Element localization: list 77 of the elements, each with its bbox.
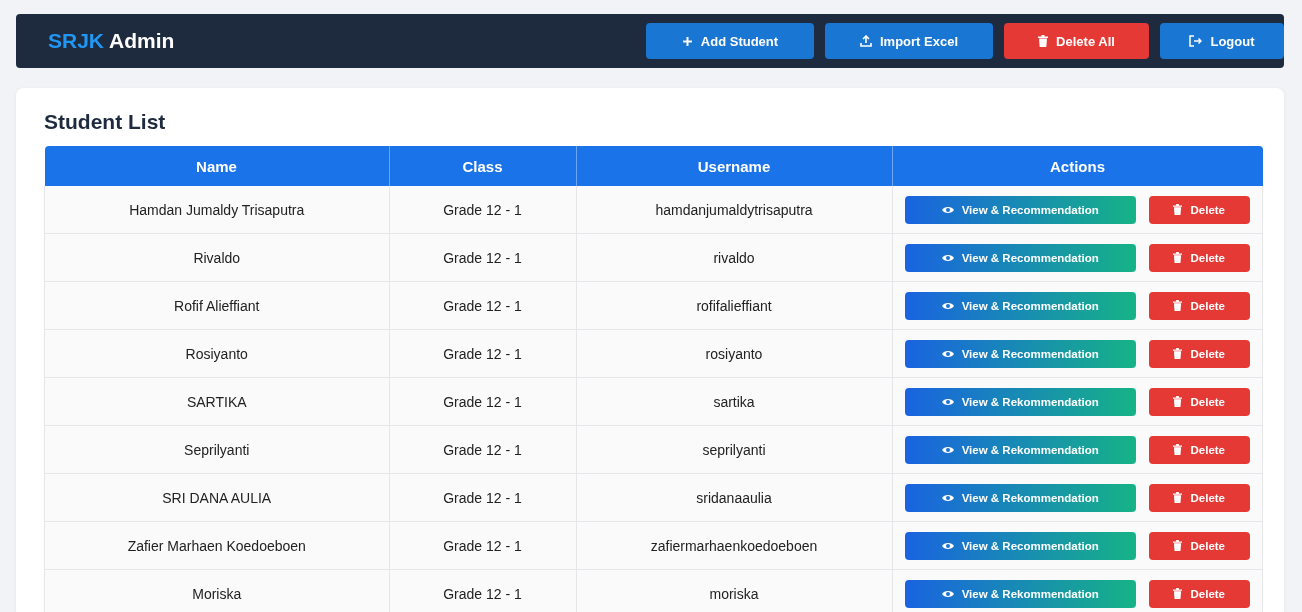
eye-icon [941,205,954,214]
table-cell: Moriska [192,585,242,602]
table-cell: Grade 12 - 1 [443,441,522,458]
table-cell: Rivaldo [193,249,241,266]
trash-icon [1173,252,1183,263]
delete-button[interactable]: Delete [1148,435,1250,464]
section-title: Student List [44,110,167,134]
table-cell: Grade 12 - 1 [443,345,522,362]
trash-icon [1173,588,1183,599]
delete-button[interactable]: Delete [1148,579,1250,608]
brand-title: SRJK Admin [48,29,175,53]
import-button[interactable]: Import Excel [825,23,993,59]
add-student-button[interactable]: Add Student [646,23,814,59]
eye-icon [941,589,954,598]
column-header: Actions [892,146,1263,186]
table-cell: Rosiyanto [185,345,248,362]
delete-button[interactable]: Delete [1148,339,1250,368]
trash-icon [1173,348,1183,359]
table-cell: Grade 12 - 1 [443,249,522,266]
delete-button[interactable]: Delete [1148,531,1250,560]
table-cell: sartika [713,393,755,410]
table-cell: rofifalieffiant [696,297,772,314]
eye-icon [941,301,954,310]
table-cell: moriska [709,585,759,602]
table-cell: Grade 12 - 1 [443,585,522,602]
column-header: Name [44,146,389,186]
eye-icon [941,397,954,406]
upload-icon [860,35,872,47]
table-cell: Grade 12 - 1 [443,537,522,554]
view-button[interactable]: View & Recommendation [904,531,1136,560]
table-cell: Hamdan Jumaldy Trisaputra [129,201,305,218]
table-cell: seprilyanti [702,441,766,458]
view-button[interactable]: View & Recommendation [904,243,1136,272]
view-button[interactable]: View & Rekommendation [904,435,1136,464]
eye-icon [941,541,954,550]
table-cell: Grade 12 - 1 [443,489,522,506]
trash-icon [1173,444,1183,455]
delete-button[interactable]: Delete [1148,291,1250,320]
trash-icon [1173,204,1183,215]
view-button[interactable]: View & Rekommendation [904,387,1136,416]
delete-button[interactable]: Delete [1148,483,1250,512]
trash-icon [1038,35,1049,47]
table-cell: SARTIKA [186,393,247,410]
table-cell: Rofif Alieffiant [174,297,260,314]
table-cell: rivaldo [713,249,755,266]
plus-icon [681,35,693,47]
view-button[interactable]: View & Recommendation [904,291,1136,320]
eye-icon [941,349,954,358]
eye-icon [941,253,954,262]
logout-button[interactable]: Logout [1160,23,1284,59]
view-button[interactable]: View & Recommendation [904,339,1136,368]
table-cell: hamdanjumaldytrisaputra [655,201,813,218]
delete-all-button[interactable]: Delete All [1004,23,1149,59]
eye-icon [941,493,954,502]
delete-button[interactable]: Delete [1148,243,1250,272]
table-cell: Grade 12 - 1 [443,393,522,410]
logout-icon [1189,35,1203,47]
table-cell: Seprilyanti [184,441,250,458]
view-button[interactable]: View & Recommendation [904,195,1136,224]
table-cell: zafiermarhaenkoedoeboen [650,537,818,554]
delete-button[interactable]: Delete [1148,195,1250,224]
view-button[interactable]: View & Rekommendation [904,579,1136,608]
eye-icon [941,445,954,454]
table-cell: rosiyanto [705,345,763,362]
column-header: Username [576,146,892,186]
trash-icon [1173,540,1183,551]
table-cell: Zafier Marhaen Koedoeboen [127,537,306,554]
table-cell: Grade 12 - 1 [443,201,522,218]
table-cell: SRI DANA AULIA [162,489,272,506]
table-cell: Grade 12 - 1 [443,297,522,314]
view-button[interactable]: View & Rekommendation [904,483,1136,512]
delete-button[interactable]: Delete [1148,387,1250,416]
table-cell: sridanaaulia [696,489,772,506]
trash-icon [1173,300,1183,311]
trash-icon [1173,396,1183,407]
column-header: Class [389,146,576,186]
trash-icon [1173,492,1183,503]
